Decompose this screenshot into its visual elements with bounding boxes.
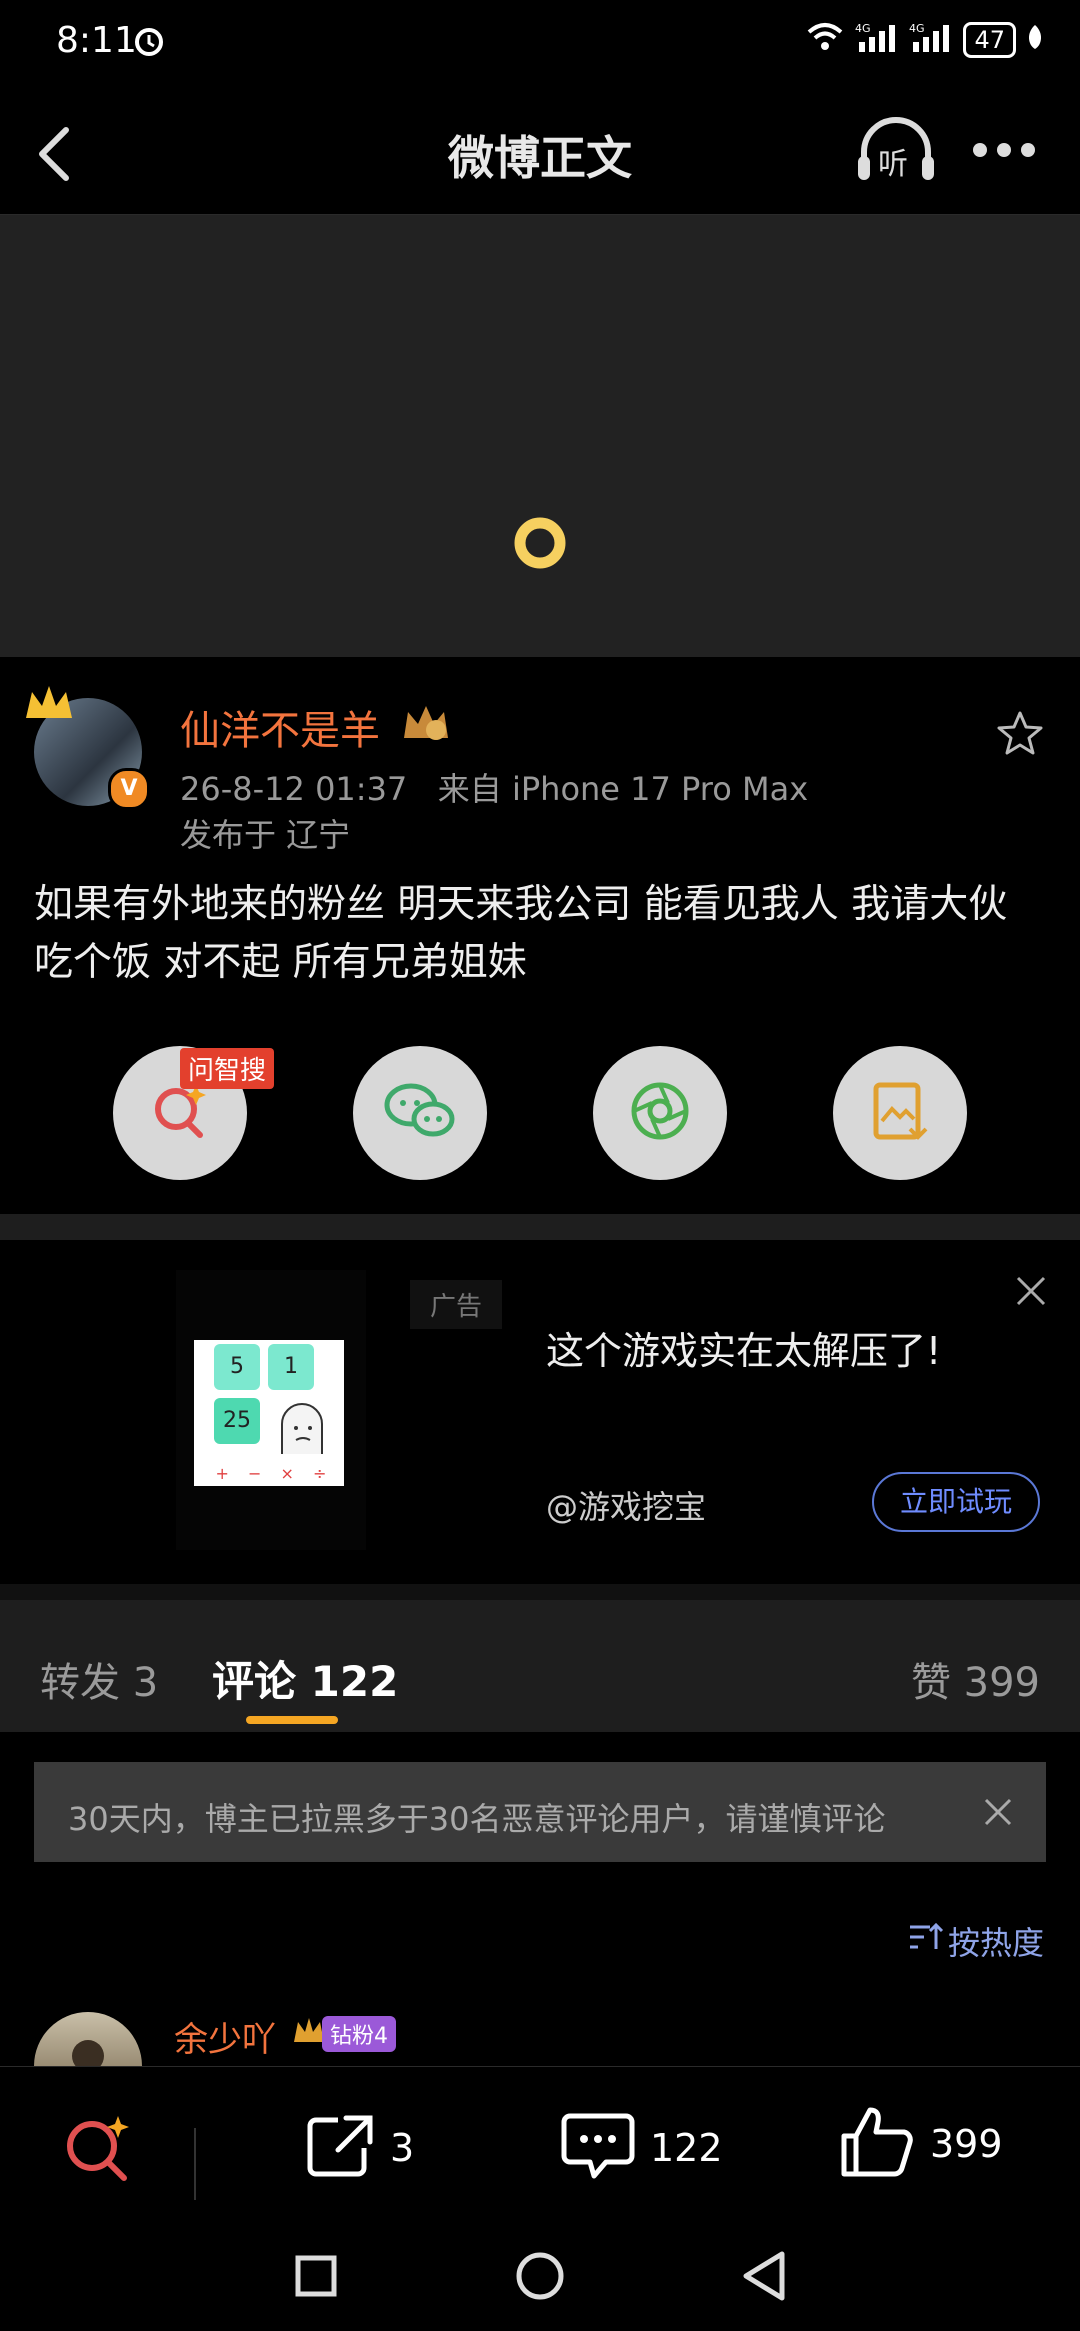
alarm-icon: [132, 24, 166, 62]
crown-icon: [22, 682, 76, 726]
post-source: 来自 iPhone 17 Pro Max: [437, 770, 809, 808]
fan-crown-icon: [292, 2014, 326, 2050]
favorite-star-icon[interactable]: [996, 710, 1044, 760]
svg-text:4G: 4G: [855, 22, 871, 35]
wechat-icon: [383, 1081, 457, 1145]
ad-tile-2: 1: [268, 1344, 314, 1390]
ad-op-divide: ÷: [313, 1464, 327, 1483]
wechat-share-button[interactable]: [353, 1046, 487, 1180]
moments-share-button[interactable]: [593, 1046, 727, 1180]
section-divider: [0, 1584, 1080, 1600]
repost-icon: [304, 2112, 376, 2184]
ai-search-tag: 问智搜: [180, 1048, 275, 1089]
ad-op-plus: +: [215, 1464, 229, 1483]
like-count: 399: [930, 2122, 1003, 2166]
media-placeholder[interactable]: [0, 215, 1080, 657]
status-right: 4G 4G 47: [805, 22, 1044, 58]
listen-icon[interactable]: 听: [856, 116, 936, 190]
battery-icon: 47: [963, 22, 1016, 58]
ad-op-times: ×: [280, 1464, 294, 1483]
ad-close-icon[interactable]: [1014, 1274, 1048, 1312]
loading-spinner-icon: [512, 515, 568, 575]
status-bar: 8:11 4G 4G 47: [0, 0, 1080, 86]
notice-close-icon[interactable]: [982, 1796, 1014, 1832]
sort-by-hot-button[interactable]: 按热度: [908, 1918, 1044, 1964]
sort-icon: [908, 1921, 944, 1961]
leaf-icon: [1026, 23, 1044, 57]
meme-face-icon: [272, 1396, 332, 1460]
ad-operators: + − × ÷: [206, 1464, 336, 1483]
repost-button[interactable]: 3: [304, 2112, 414, 2184]
svg-text:4G: 4G: [909, 22, 925, 35]
ad-game-image: 5 1 25 + − × ÷: [194, 1340, 344, 1486]
ad-source[interactable]: @游戏挖宝: [546, 1482, 706, 1528]
wifi-icon: [805, 22, 845, 58]
save-image-button[interactable]: [833, 1046, 967, 1180]
status-time: 8:11: [56, 20, 137, 61]
block-notice-text: 30天内，博主已拉黑多于30名恶意评论用户，请谨慎评论: [68, 1800, 886, 1838]
ad-title[interactable]: 这个游戏实在太解压了!: [546, 1320, 941, 1375]
verified-badge-icon: V: [108, 768, 150, 810]
back-nav-icon[interactable]: [740, 2250, 788, 2306]
ad-tile-3: 25: [214, 1398, 260, 1444]
fan-level-badge: 钻粉4: [322, 2016, 396, 2052]
comment-count: 122: [650, 2126, 723, 2170]
bottom-bar-divider: [194, 2128, 196, 2200]
home-icon[interactable]: [514, 2250, 566, 2306]
post-location: 发布于 辽宁: [180, 816, 351, 854]
post-content: 如果有外地来的粉丝 明天来我公司 能看见我人 我请大伙吃个饭 对不起 所有兄弟姐…: [34, 882, 1008, 985]
commenter-name[interactable]: 余少吖: [174, 2012, 276, 2061]
post-meta: 26-8-12 01:37 来自 iPhone 17 Pro Max: [180, 764, 808, 810]
thumbs-up-icon: [840, 2104, 916, 2184]
svg-text:听: 听: [878, 147, 908, 182]
ad-tile-1: 5: [214, 1344, 260, 1390]
save-image-icon: [870, 1079, 930, 1147]
sort-label: 按热度: [947, 1924, 1044, 1962]
system-nav-bar: [0, 2226, 1080, 2331]
member-crown-icon: [400, 700, 452, 748]
moments-icon: [628, 1079, 692, 1147]
tab-repost[interactable]: 转发 3: [40, 1650, 158, 1708]
ad-label: 广告: [410, 1280, 503, 1329]
signal-icon-1: 4G: [855, 22, 899, 58]
active-tab-indicator: [246, 1716, 338, 1724]
ad-op-minus: −: [248, 1464, 262, 1483]
ai-search-icon: [148, 1079, 212, 1147]
more-icon[interactable]: [972, 142, 1036, 162]
comment-icon: [560, 2110, 636, 2186]
comment-button[interactable]: 122: [560, 2110, 723, 2186]
ad-cta-button[interactable]: 立即试玩: [872, 1472, 1040, 1532]
repost-count: 3: [390, 2126, 415, 2170]
post-time: 26-8-12 01:37: [180, 770, 408, 808]
tab-like[interactable]: 赞 399: [911, 1650, 1040, 1708]
signal-icon-2: 4G: [909, 22, 953, 58]
ai-search-bottom-icon[interactable]: [62, 2112, 134, 2188]
tab-comment[interactable]: 评论 122: [212, 1648, 398, 1709]
author-name[interactable]: 仙洋不是羊: [180, 698, 380, 756]
section-divider: [0, 1214, 1080, 1240]
top-nav-bar: 微博正文 听: [0, 86, 1080, 215]
recent-apps-icon[interactable]: [294, 2254, 338, 2302]
ad-card[interactable]: [0, 1240, 1080, 1584]
like-button[interactable]: 399: [840, 2104, 1003, 2184]
